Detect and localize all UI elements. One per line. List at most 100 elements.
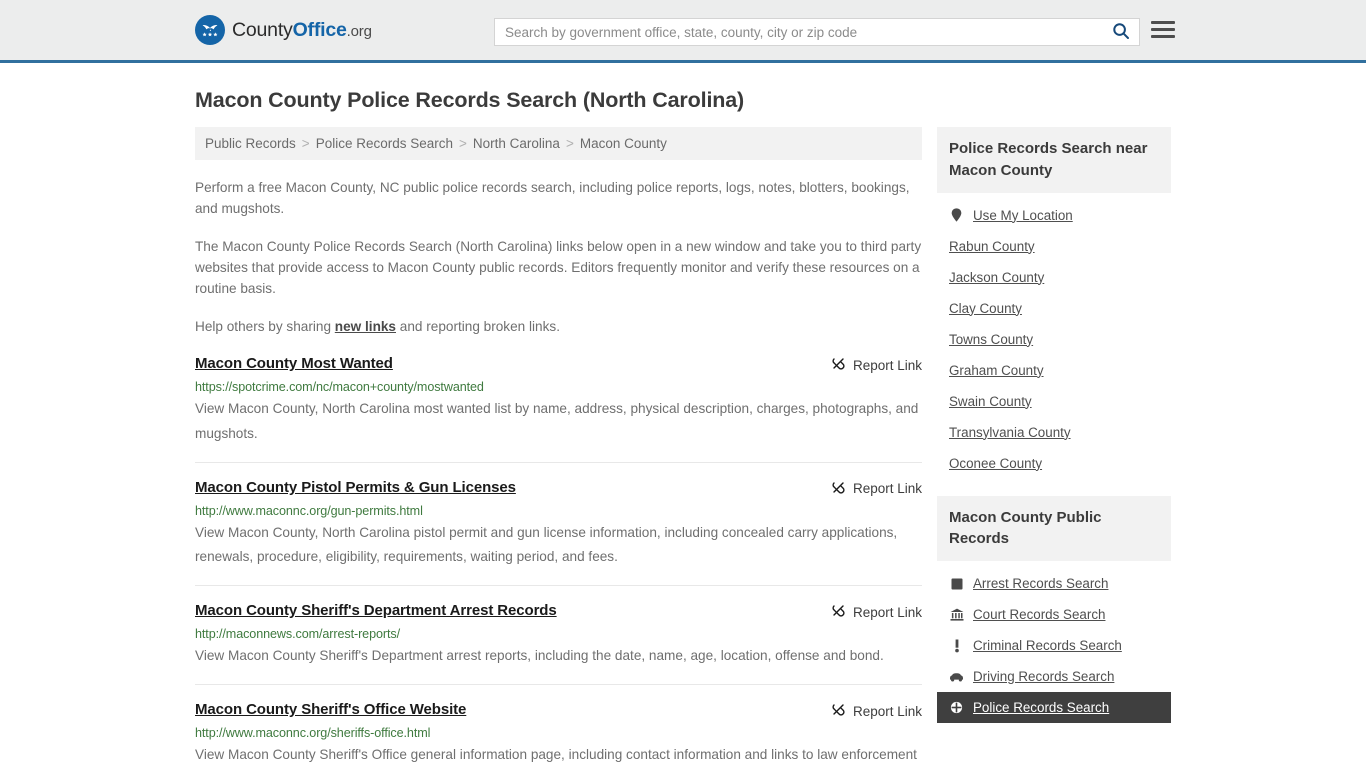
result-url[interactable]: http://maconnews.com/arrest-reports/ — [195, 627, 922, 641]
search-bar — [494, 18, 1140, 46]
sidebar-panel-nearby: Police Records Search near Macon County … — [937, 127, 1171, 479]
report-link-label: Report Link — [852, 703, 922, 719]
sidebar-item-label: Oconee County — [949, 455, 1043, 471]
search-button[interactable] — [1103, 19, 1139, 45]
list-item: Oconee County — [937, 448, 1171, 479]
result-header: Macon County Most Wanted Report Link — [195, 355, 922, 374]
broken-link-icon — [831, 702, 846, 720]
sidebar-panel-heading: Police Records Search near Macon County — [937, 127, 1171, 193]
result-item: Macon County Sheriff's Office Website Re… — [195, 701, 922, 768]
list-item: Police Records Search — [937, 692, 1171, 723]
breadcrumb: Public Records > Police Records Search >… — [195, 127, 922, 160]
intro-paragraph-2: The Macon County Police Records Search (… — [195, 239, 922, 297]
sidebar-item-label: Transylvania County — [949, 424, 1071, 440]
intro-text-after: and reporting broken links. — [396, 319, 560, 335]
result-description: View Macon County, North Carolina pistol… — [195, 524, 898, 564]
list-item: Jackson County — [937, 262, 1171, 293]
sidebar-item-police-records-search[interactable]: Police Records Search — [937, 692, 1171, 723]
sidebar-item-label: Criminal Records Search — [973, 638, 1122, 653]
breadcrumb-item-police-records-search[interactable]: Police Records Search — [316, 136, 453, 151]
sidebar-item-label: Arrest Records Search — [973, 576, 1109, 591]
car-icon — [949, 672, 964, 682]
list-item: Criminal Records Search — [937, 630, 1171, 661]
result-header: Macon County Sheriff's Department Arrest… — [195, 602, 922, 621]
sidebar-item-court-records-search[interactable]: Court Records Search — [937, 599, 1171, 630]
logo-text-county: County — [232, 18, 293, 41]
report-link-button[interactable]: Report Link — [831, 602, 922, 621]
site-logo[interactable]: CountyOffice.org — [195, 15, 372, 45]
breadcrumb-item-macon-county[interactable]: Macon County — [580, 136, 667, 151]
report-link-button[interactable]: Report Link — [831, 355, 922, 374]
sidebar-item-use-my-location[interactable]: Use My Location — [937, 200, 1171, 231]
intro-text-before: Help others by sharing — [195, 319, 335, 335]
result-url[interactable]: http://www.maconnc.org/gun-permits.html — [195, 504, 922, 518]
hamburger-bar — [1151, 21, 1175, 24]
sidebar-item-label: Jackson County — [949, 269, 1045, 285]
sidebar-item-label: Swain County — [949, 393, 1032, 409]
intro-paragraph-1: Perform a free Macon County, NC public p… — [195, 180, 910, 217]
breadcrumb-item-public-records[interactable]: Public Records — [205, 136, 296, 151]
hamburger-menu-icon[interactable] — [1151, 21, 1175, 38]
result-url[interactable]: http://www.maconnc.org/sheriffs-office.h… — [195, 726, 922, 740]
result-url[interactable]: https://spotcrime.com/nc/macon+county/mo… — [195, 380, 922, 394]
courthouse-icon — [949, 608, 964, 621]
list-item: Clay County — [937, 293, 1171, 324]
results-list: Macon County Most Wanted Report Link htt… — [195, 355, 922, 768]
result-item: Macon County Pistol Permits & Gun Licens… — [195, 479, 922, 587]
result-description: View Macon County, North Carolina most w… — [195, 401, 919, 441]
sidebar-item-transylvania-county[interactable]: Transylvania County — [937, 417, 1171, 448]
sidebar-item-driving-records-search[interactable]: Driving Records Search — [937, 661, 1171, 692]
breadcrumb-separator: > — [459, 136, 467, 151]
sidebar-item-oconee-county[interactable]: Oconee County — [937, 448, 1171, 479]
list-item: Court Records Search — [937, 599, 1171, 630]
search-input[interactable] — [495, 19, 1103, 45]
result-title-link[interactable]: Macon County Sheriff's Office Website — [195, 701, 466, 718]
sidebar-item-towns-county[interactable]: Towns County — [937, 324, 1171, 355]
broken-link-icon — [831, 356, 846, 374]
hamburger-bar — [1151, 35, 1175, 38]
list-item: Towns County — [937, 324, 1171, 355]
report-link-label: Report Link — [852, 604, 922, 620]
logo-text-office: Office — [292, 18, 347, 41]
new-links-link[interactable]: new links — [335, 319, 396, 334]
public-records-list: Arrest Records Search Court Records Sear… — [937, 561, 1171, 723]
list-item: Arrest Records Search — [937, 568, 1171, 599]
result-item: Macon County Most Wanted Report Link htt… — [195, 355, 922, 463]
sidebar-item-graham-county[interactable]: Graham County — [937, 355, 1171, 386]
result-title-link[interactable]: Macon County Pistol Permits & Gun Licens… — [195, 479, 516, 496]
nearby-county-list: Use My Location Rabun County Jackson Cou… — [937, 193, 1171, 479]
sidebar-item-swain-county[interactable]: Swain County — [937, 386, 1171, 417]
sidebar-item-arrest-records-search[interactable]: Arrest Records Search — [937, 568, 1171, 599]
sidebar-item-label: Driving Records Search — [973, 669, 1115, 684]
page-title: Macon County Police Records Search (Nort… — [195, 88, 745, 112]
hamburger-bar — [1151, 28, 1175, 31]
sidebar-item-label: Clay County — [949, 300, 1022, 316]
report-link-button[interactable]: Report Link — [831, 479, 922, 498]
result-description: View Macon County Sheriff's Department a… — [195, 648, 884, 664]
report-link-button[interactable]: Report Link — [831, 701, 922, 720]
content-row: Public Records > Police Records Search >… — [195, 127, 1171, 768]
sidebar-item-label: Police Records Search — [973, 700, 1110, 715]
sidebar-item-label: Towns County — [949, 331, 1034, 347]
result-header: Macon County Pistol Permits & Gun Licens… — [195, 479, 922, 498]
result-description: View Macon County Sheriff's Office gener… — [195, 747, 917, 763]
breadcrumb-item-north-carolina[interactable]: North Carolina — [473, 136, 560, 151]
sidebar-item-jackson-county[interactable]: Jackson County — [937, 262, 1171, 293]
sidebar-item-criminal-records-search[interactable]: Criminal Records Search — [937, 630, 1171, 661]
result-title-link[interactable]: Macon County Most Wanted — [195, 355, 393, 372]
sidebar-item-clay-county[interactable]: Clay County — [937, 293, 1171, 324]
sidebar-item-label: Use My Location — [973, 207, 1073, 223]
site-logo-text: CountyOffice.org — [232, 19, 372, 42]
list-item: Graham County — [937, 355, 1171, 386]
result-title-link[interactable]: Macon County Sheriff's Department Arrest… — [195, 602, 557, 619]
sidebar-item-label: Graham County — [949, 362, 1044, 378]
result-item: Macon County Sheriff's Department Arrest… — [195, 602, 922, 686]
map-pin-icon — [949, 208, 964, 222]
sidebar: Police Records Search near Macon County … — [937, 127, 1171, 740]
list-item: Use My Location — [937, 200, 1171, 231]
exclamation-icon — [949, 639, 964, 653]
sidebar-item-rabun-county[interactable]: Rabun County — [937, 231, 1171, 262]
fingerprint-icon — [949, 578, 964, 590]
page-container: Macon County Police Records Search (Nort… — [0, 88, 1366, 768]
sidebar-item-label: Rabun County — [949, 238, 1035, 254]
